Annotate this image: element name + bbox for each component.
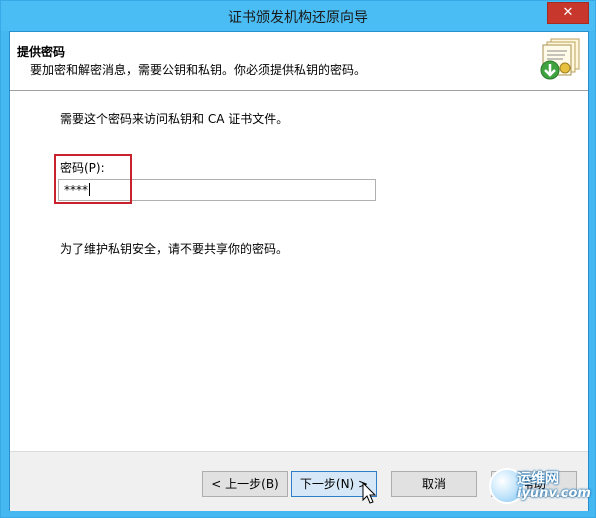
intro-text: 需要这个密码来访问私钥和 CA 证书文件。 xyxy=(60,112,289,126)
back-button[interactable]: < 上一步(B) xyxy=(202,471,288,497)
watermark-brand: 运维网 xyxy=(517,471,559,487)
wizard-client-area: 提供密码 要加密和解密消息，需要公钥和私钥。你必须提供私钥的密码。 需要这个密码… xyxy=(9,31,589,511)
security-warning-text: 为了维护私钥安全，请不要共享你的密码。 xyxy=(60,242,289,256)
wizard-window: 证书颁发机构还原向导 ✕ 提供密码 要加密和解密消息，需要公钥和私钥。你必须提供… xyxy=(0,0,596,518)
wizard-body: 需要这个密码来访问私钥和 CA 证书文件。 密码(P): **** 为了维护私钥… xyxy=(10,91,588,451)
site-watermark: 运维网 iyunv.com xyxy=(489,466,591,512)
annotation-highlight-box xyxy=(54,154,132,204)
mouse-pointer-icon xyxy=(362,482,377,504)
page-description: 要加密和解密消息，需要公钥和私钥。你必须提供私钥的密码。 xyxy=(30,63,367,77)
wizard-header: 提供密码 要加密和解密消息，需要公钥和私钥。你必须提供私钥的密码。 xyxy=(10,32,588,91)
title-bar[interactable]: 证书颁发机构还原向导 ✕ xyxy=(1,1,595,31)
close-button[interactable]: ✕ xyxy=(547,2,589,24)
certificate-restore-icon xyxy=(540,38,580,80)
window-title: 证书颁发机构还原向导 xyxy=(228,10,368,26)
watermark-url: iyunv.com xyxy=(517,486,591,501)
cancel-button[interactable]: 取消 xyxy=(391,471,477,497)
page-title: 提供密码 xyxy=(17,45,66,59)
